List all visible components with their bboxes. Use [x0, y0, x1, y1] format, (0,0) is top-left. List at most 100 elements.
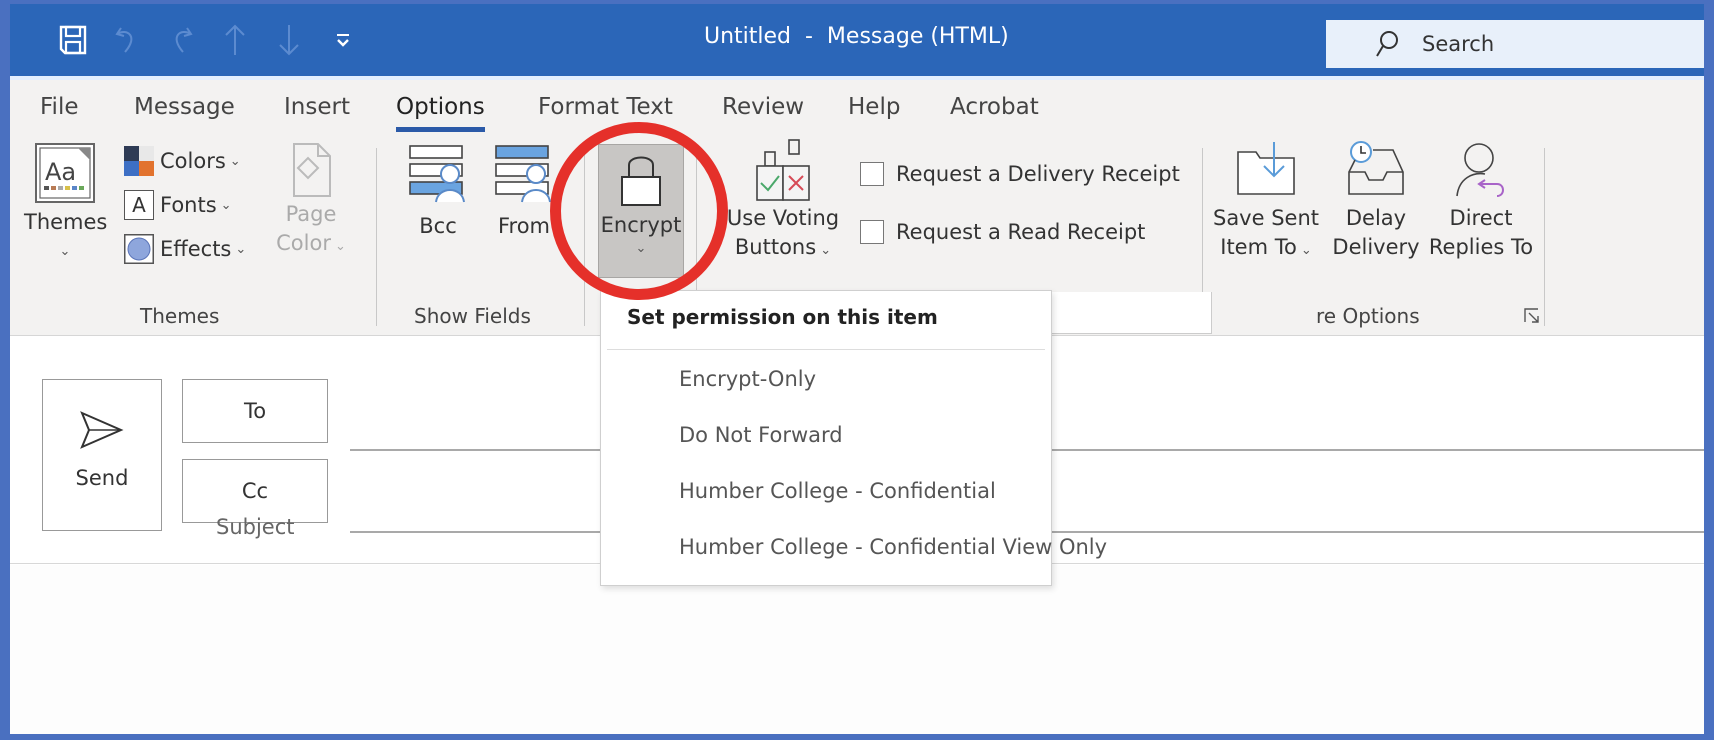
save-icon — [59, 25, 87, 55]
voting-buttons-icon — [756, 139, 810, 201]
save-button[interactable] — [46, 22, 100, 58]
encrypt-button[interactable]: Encrypt ⌄ — [598, 144, 684, 278]
tab-help[interactable]: Help — [848, 94, 900, 120]
send-icon — [80, 411, 124, 449]
delay-label-1: Delay — [1345, 206, 1407, 230]
read-receipt-checkbox[interactable]: Request a Read Receipt — [860, 220, 1145, 244]
group-label-show-fields: Show Fields — [414, 304, 531, 328]
chevron-down-icon: ⌄ — [235, 241, 247, 257]
encrypt-dropdown-menu: Set permission on this item Encrypt-Only… — [600, 290, 1107, 586]
send-button[interactable]: Send — [42, 379, 162, 531]
undo-icon — [115, 27, 133, 53]
redo-icon — [175, 27, 193, 53]
colors-icon — [124, 146, 154, 176]
group-separator — [1544, 148, 1545, 326]
bcc-button[interactable]: Bcc — [404, 142, 472, 241]
menu-item-confidential[interactable]: Humber College - Confidential — [679, 479, 996, 503]
fonts-label: Fonts — [160, 193, 217, 217]
search-label: Search — [1422, 32, 1495, 56]
message-body[interactable] — [10, 565, 1704, 734]
chevron-down-icon: ⌄ — [635, 241, 647, 256]
tab-review[interactable]: Review — [722, 94, 804, 120]
svg-text:Aa: Aa — [45, 158, 76, 186]
arrow-up-icon — [225, 24, 245, 55]
bcc-label: Bcc — [419, 214, 457, 238]
delay-label-2: Delivery — [1332, 235, 1420, 259]
ribbon-tabs: File Message Insert Options Format Text … — [10, 76, 1704, 136]
outlook-message-window: Untitled - Message (HTML) Search File Me… — [10, 4, 1704, 734]
chevron-down-icon: ⌄ — [820, 243, 832, 258]
tab-insert[interactable]: Insert — [284, 94, 350, 120]
lock-icon — [621, 156, 661, 206]
arrow-down-icon — [279, 25, 299, 56]
search-icon — [1376, 31, 1398, 57]
save-sent-item-icon — [1237, 142, 1295, 195]
tab-options[interactable]: Options — [396, 94, 485, 132]
delivery-receipt-label: Request a Delivery Receipt — [896, 162, 1180, 186]
group-separator — [376, 148, 377, 326]
checkbox-box[interactable] — [860, 162, 884, 186]
window-title: Untitled - Message (HTML) — [704, 24, 1009, 49]
delay-delivery-button[interactable]: Delay Delivery — [1328, 140, 1424, 262]
tab-file[interactable]: File — [40, 94, 79, 120]
chevron-down-icon: ⌄ — [229, 153, 241, 169]
search-box[interactable]: Search — [1326, 20, 1704, 68]
effects-button[interactable]: Effects ⌄ — [124, 234, 246, 264]
fonts-icon: A — [124, 190, 154, 220]
voting-label-2: Buttons — [734, 235, 817, 259]
themes-label: Themes — [24, 210, 108, 234]
themes-icon: Aa — [35, 143, 95, 203]
menu-item-encrypt-only[interactable]: Encrypt-Only — [679, 367, 816, 391]
chevron-down-icon: ⌄ — [334, 239, 346, 254]
save-sent-label-2: Item To — [1220, 235, 1297, 259]
subject-label: Subject — [216, 515, 295, 539]
dropdown-shadow-region — [1052, 292, 1212, 334]
direct-replies-icon — [1456, 143, 1504, 197]
direct-replies-button[interactable]: Direct Replies To — [1424, 140, 1538, 262]
read-receipt-label: Request a Read Receipt — [896, 220, 1146, 244]
fonts-button[interactable]: A Fonts ⌄ — [124, 190, 232, 220]
from-button[interactable]: From — [488, 142, 560, 241]
group-label-more-options: re Options — [1316, 304, 1420, 328]
page-color-icon — [293, 143, 331, 197]
from-icon — [495, 145, 551, 203]
checkbox-box[interactable] — [860, 220, 884, 244]
menu-item-confidential-view-only[interactable]: Humber College - Confidential View Only — [679, 535, 1107, 559]
dropdown-header: Set permission on this item — [627, 305, 938, 329]
direct-label-2: Replies To — [1428, 235, 1534, 259]
themes-button[interactable]: Aa Themes ⌄ — [24, 142, 108, 266]
save-sent-item-button[interactable]: Save Sent Item To ⌄ — [1210, 140, 1322, 265]
voting-label-1: Use Voting — [726, 206, 840, 230]
page-color-label-1: Page — [285, 202, 337, 226]
bcc-icon — [409, 145, 465, 203]
group-separator — [584, 148, 585, 326]
dialog-launcher-icon[interactable] — [1524, 308, 1540, 324]
effects-icon — [124, 234, 154, 264]
menu-item-do-not-forward[interactable]: Do Not Forward — [679, 423, 843, 447]
redo-button[interactable] — [154, 22, 208, 58]
chevron-down-icon: ⌄ — [1300, 243, 1312, 258]
tab-message[interactable]: Message — [134, 94, 235, 120]
send-label: Send — [75, 466, 129, 490]
previous-item-button[interactable] — [208, 22, 262, 58]
dropdown-separator — [607, 349, 1045, 350]
page-color-button[interactable]: Page Color ⌄ — [272, 142, 350, 261]
customize-toolbar-icon — [337, 34, 349, 47]
to-button[interactable]: To — [182, 379, 328, 443]
cc-button[interactable]: Cc — [182, 459, 328, 523]
save-sent-label-1: Save Sent — [1212, 206, 1319, 230]
group-label-themes: Themes — [140, 304, 220, 328]
tab-format-text[interactable]: Format Text — [538, 94, 673, 120]
direct-label-1: Direct — [1449, 206, 1513, 230]
quick-access-toolbar — [46, 22, 370, 58]
colors-label: Colors — [160, 149, 226, 173]
next-item-button[interactable] — [262, 22, 316, 58]
chevron-down-icon: ⌄ — [220, 197, 232, 213]
tab-acrobat[interactable]: Acrobat — [950, 94, 1039, 120]
delivery-receipt-checkbox[interactable]: Request a Delivery Receipt — [860, 162, 1180, 186]
customize-toolbar-button[interactable] — [316, 22, 370, 58]
title-bar: Untitled - Message (HTML) Search — [10, 4, 1704, 76]
undo-button[interactable] — [100, 22, 154, 58]
colors-button[interactable]: Colors ⌄ — [124, 146, 241, 176]
voting-buttons-button[interactable]: Use Voting Buttons ⌄ — [722, 138, 844, 265]
